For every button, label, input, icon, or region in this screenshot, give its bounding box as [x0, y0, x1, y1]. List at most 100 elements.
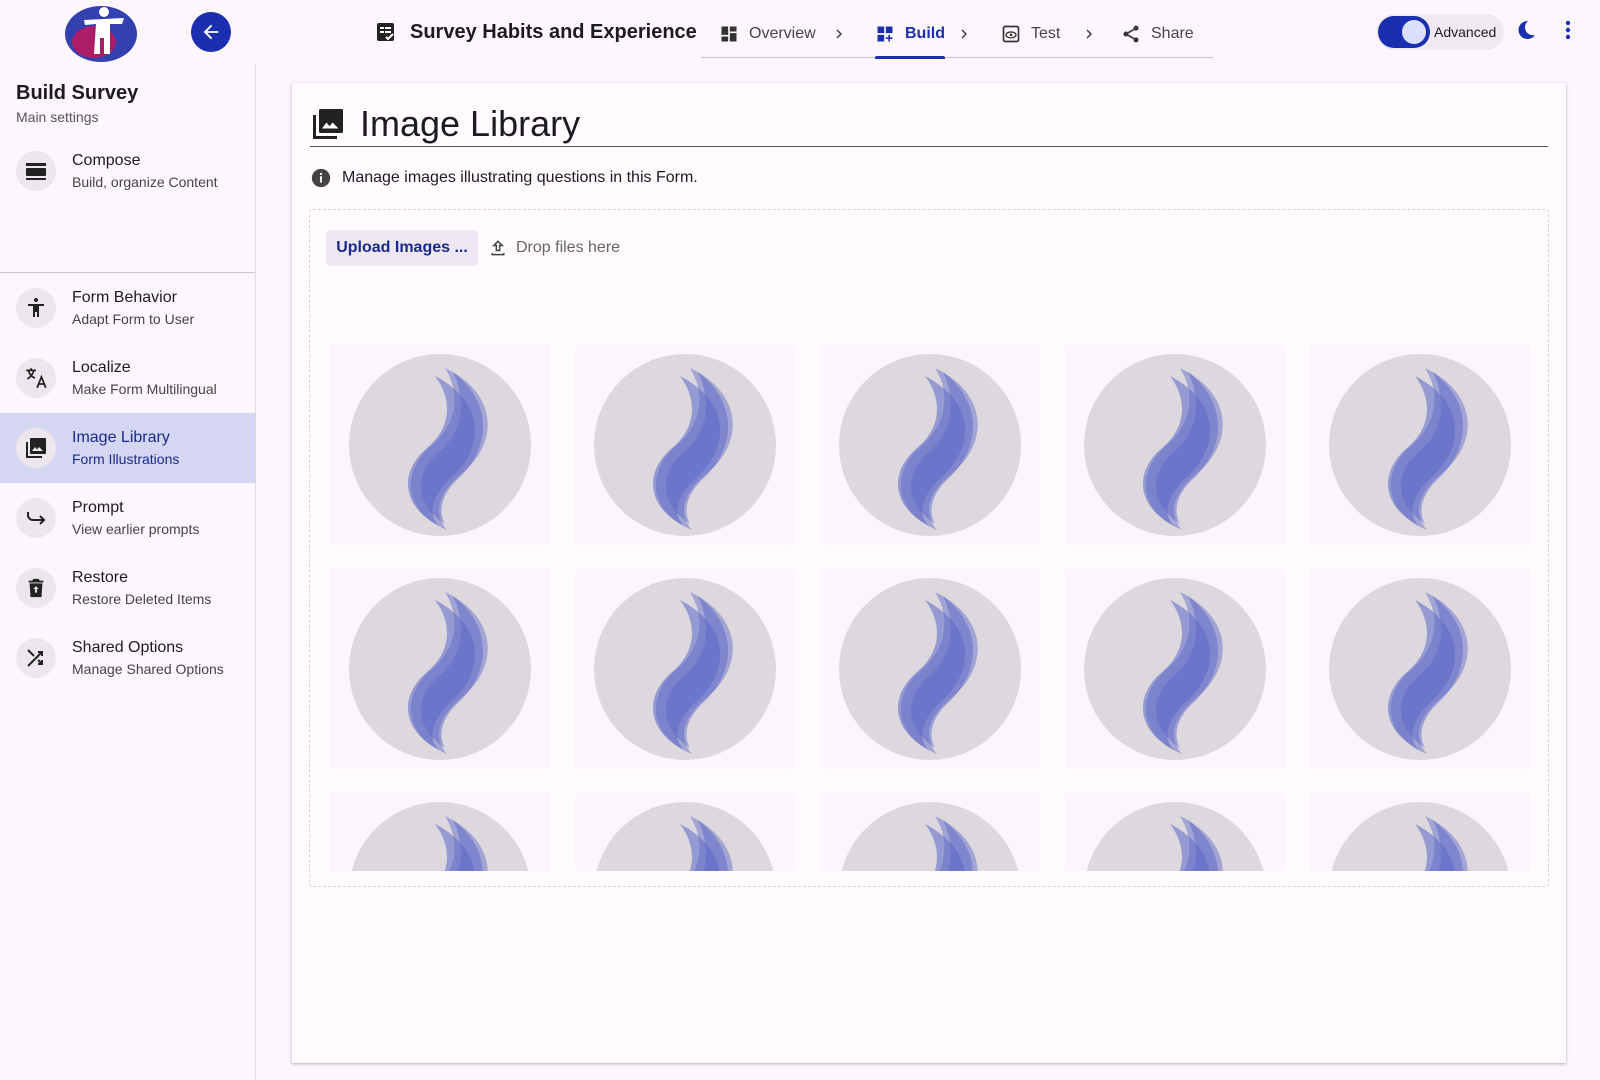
sidebar-item-sublabel: Make Form Multilingual — [72, 381, 217, 397]
upload-icon — [491, 240, 505, 256]
image-placeholder-icon — [1329, 578, 1511, 760]
info-icon — [311, 168, 331, 188]
image-thumbnail[interactable] — [575, 793, 795, 871]
image-thumbnail[interactable] — [820, 569, 1040, 769]
image-thumbnail[interactable] — [330, 345, 550, 545]
sidebar-item-label: Shared Options — [72, 639, 184, 656]
image-thumbnail[interactable] — [1065, 793, 1285, 871]
top-app-bar: Survey Habits and Experience Overview Bu… — [0, 0, 1600, 64]
advanced-switch[interactable] — [1378, 16, 1430, 48]
sidebar-item-label: Form Behavior — [72, 289, 177, 306]
info-message: Manage images illustrating questions in … — [310, 166, 698, 190]
image-placeholder-icon — [839, 354, 1021, 536]
sidebar-title: Build Survey — [16, 82, 139, 104]
sidebar-item-prompt[interactable]: Prompt View earlier prompts — [0, 483, 255, 553]
chevron-right-icon — [1079, 22, 1099, 46]
image-placeholder-icon — [349, 354, 531, 536]
chevron-right-icon — [829, 22, 849, 46]
dark-mode-moon-icon[interactable] — [1514, 18, 1542, 46]
advanced-label: Advanced — [1434, 24, 1497, 40]
info-text: Manage images illustrating questions in … — [342, 169, 698, 186]
sidebar-item-label: Compose — [72, 152, 141, 169]
image-thumbnail[interactable] — [820, 793, 1040, 871]
stepper-tabs: Overview Build Test Share — [701, 10, 1213, 59]
image-placeholder-icon — [1084, 578, 1266, 760]
sidebar-item-sublabel: Form Illustrations — [72, 451, 180, 467]
image-thumbnail[interactable] — [820, 345, 1040, 545]
back-button[interactable] — [191, 12, 231, 52]
sidebar-item-label: Prompt — [72, 499, 124, 516]
survey-title: Survey Habits and Experience — [374, 14, 697, 50]
image-placeholder-icon — [1084, 354, 1266, 536]
sidebar-item-label: Localize — [72, 359, 131, 376]
image-thumbnail[interactable] — [1310, 569, 1530, 769]
image-placeholder-icon — [1331, 802, 1509, 871]
image-placeholder-icon — [349, 578, 531, 760]
arrow-left-icon — [203, 24, 219, 40]
app-logo-icon[interactable] — [64, 2, 138, 62]
sidebar: Build Survey Main settings Compose Build… — [0, 64, 256, 1080]
image-thumbnail[interactable] — [330, 569, 550, 769]
redo-arrow-icon — [16, 498, 56, 538]
survey-form-icon — [377, 23, 394, 41]
image-thumbnail[interactable] — [1310, 345, 1530, 545]
drop-files-text: Drop files here — [516, 239, 621, 256]
tab-label: Share — [1151, 25, 1194, 42]
page-title: Image Library — [360, 102, 581, 144]
sidebar-item-form-behavior[interactable]: Form Behavior Adapt Form to User — [0, 273, 255, 343]
image-thumbnail[interactable] — [330, 793, 550, 871]
tab-label: Test — [1031, 25, 1061, 42]
dashboard-add-icon — [877, 26, 893, 42]
image-placeholder-icon — [1329, 354, 1511, 536]
sidebar-item-sublabel: Restore Deleted Items — [72, 591, 212, 607]
restore-trash-icon — [16, 568, 56, 608]
translate-icon — [16, 358, 56, 398]
sidebar-item-label: Image Library — [72, 429, 170, 446]
sidebar-item-localize[interactable]: Localize Make Form Multilingual — [0, 343, 255, 413]
shuffle-icon — [16, 638, 56, 678]
sidebar-item-sublabel: Manage Shared Options — [72, 661, 224, 677]
image-placeholder-icon — [351, 802, 529, 871]
advanced-toggle[interactable]: Advanced — [1376, 14, 1504, 50]
sidebar-subtitle: Main settings — [16, 109, 99, 125]
sidebar-item-image-library[interactable]: Image Library Form Illustrations — [0, 413, 255, 483]
sidebar-item-sublabel: Build, organize Content — [72, 174, 218, 190]
compose-icon — [16, 151, 56, 191]
tab-label: Build — [905, 25, 945, 42]
image-placeholder-icon — [594, 354, 776, 536]
sidebar-item-compose[interactable]: Compose Build, organize Content — [0, 136, 255, 206]
image-library-icon — [313, 108, 343, 139]
sidebar-item-label: Restore — [72, 569, 129, 586]
image-placeholder-icon — [596, 802, 774, 871]
page-header: Image Library — [310, 101, 1548, 147]
tab-build[interactable]: Build — [875, 10, 945, 59]
tab-label: Overview — [749, 25, 816, 42]
image-thumbnail[interactable] — [1310, 793, 1530, 871]
image-placeholder-icon — [839, 578, 1021, 760]
sidebar-item-shared-options[interactable]: Shared Options Manage Shared Options — [0, 623, 255, 693]
sidebar-item-restore[interactable]: Restore Restore Deleted Items — [0, 553, 255, 623]
more-vert-icon[interactable] — [1558, 18, 1578, 46]
drop-files-hint: Drop files here — [488, 230, 620, 266]
image-dropzone[interactable]: Upload Images ... Drop files here — [309, 209, 1549, 887]
survey-title-text: Survey Habits and Experience — [410, 20, 697, 43]
image-thumbnail[interactable] — [1065, 345, 1285, 545]
image-thumbnail[interactable] — [575, 345, 795, 545]
tab-overview[interactable]: Overview — [719, 10, 816, 58]
chevron-right-icon — [954, 22, 974, 46]
image-thumbnail[interactable] — [1065, 569, 1285, 769]
share-icon — [1123, 25, 1139, 43]
image-grid — [330, 345, 1530, 871]
tab-test[interactable]: Test — [1001, 10, 1060, 58]
image-library-card: Image Library Manage images illustrating… — [292, 83, 1566, 1063]
upload-images-button[interactable]: Upload Images ... — [326, 230, 478, 266]
tab-share[interactable]: Share — [1121, 10, 1194, 58]
image-placeholder-icon — [841, 802, 1019, 871]
dashboard-icon — [721, 26, 737, 42]
sidebar-item-sublabel: Adapt Form to User — [72, 311, 195, 327]
sidebar-header: Build Survey Main settings — [0, 64, 255, 136]
image-library-icon — [16, 428, 56, 468]
image-placeholder-icon — [1086, 802, 1264, 871]
accessibility-icon — [16, 288, 56, 328]
image-thumbnail[interactable] — [575, 569, 795, 769]
